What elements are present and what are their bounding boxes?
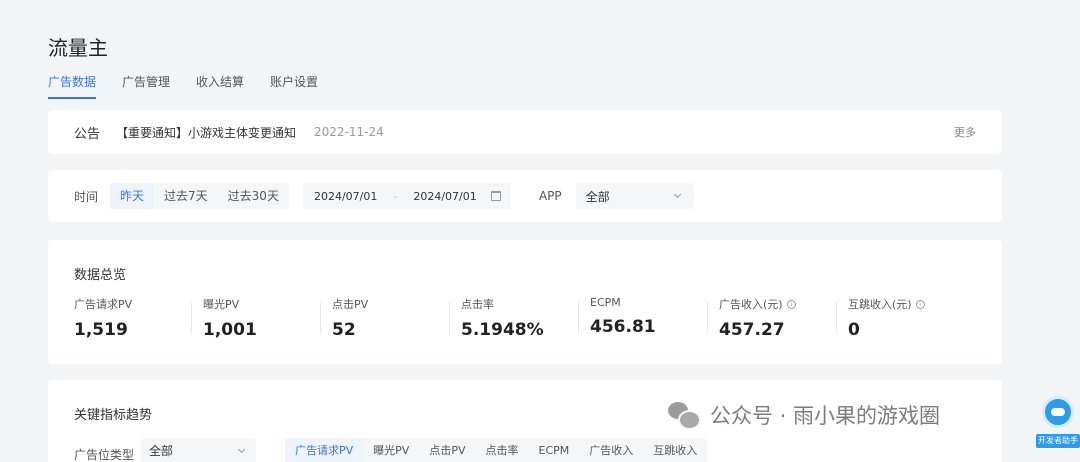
app-select[interactable]: 全部 [575,183,694,209]
range-30days-button[interactable]: 过去30天 [218,183,289,209]
tab-ad-management[interactable]: 广告管理 [122,74,170,100]
trend-title: 关键指标趋势 [74,408,153,423]
time-filter-label: 时间 [74,189,99,204]
range-7days-button[interactable]: 过去7天 [154,183,218,209]
calendar-icon[interactable] [490,191,501,201]
announcement-date: 2022-11-24 [314,125,384,139]
metric-ad-request-pv: 广告请求PV 1,519 [74,296,203,342]
metric-ctr: 点击率 5.1948% [449,296,590,342]
metric-exposure-pv: 曝光PV 1,001 [191,296,332,342]
info-icon[interactable]: i [915,299,925,309]
main-nav-tabs: 广告数据 广告管理 收入结算 账户设置 [48,74,344,100]
app-select-value: 全部 [585,189,610,204]
metric-value: 5.1948% [461,320,544,340]
metric-label: ECPM [590,296,621,309]
time-range-selector: 昨天 过去7天 过去30天 [110,183,289,209]
metric-click-pv: 点击PV 52 [320,296,461,342]
date-end: 2024/07/01 [413,189,477,203]
ad-slot-type-select[interactable]: 全部 [141,438,256,462]
developer-assistant-label: 开发者助手 [1036,434,1080,448]
metric-value: 52 [332,320,356,340]
trend-tab-ad-income[interactable]: 广告收入 [579,438,643,462]
app-filter-label: APP [538,189,562,203]
metric-cross-jump-income: 互跳收入(元) i 0 [836,296,977,342]
tab-ad-data[interactable]: 广告数据 [48,74,97,100]
chevron-down-icon [237,445,246,454]
date-range-picker[interactable]: 2024/07/01 - 2024/07/01 [302,183,511,209]
ad-slot-type-value: 全部 [149,444,174,458]
wechat-watermark: 公众号 · 雨小果的游戏圈 [668,400,940,430]
trend-tab-ecpm[interactable]: ECPM [529,438,580,462]
metric-label: 广告请求PV [74,298,133,311]
wechat-icon [668,402,701,430]
metric-label: 点击PV [332,298,369,311]
metric-value: 1,001 [203,320,257,340]
metric-label: 点击率 [461,298,494,311]
metric-value: 457.27 [719,320,785,340]
metric-label: 广告收入(元) i [719,296,848,312]
announcement-link[interactable]: 【重要通知】小游戏主体变更通知 [116,124,296,141]
trend-tab-ctr[interactable]: 点击率 [476,438,529,462]
overview-title: 数据总览 [74,268,127,283]
metric-label: 曝光PV [203,298,240,311]
trend-tab-request-pv[interactable]: 广告请求PV [285,438,364,462]
metric-value: 456.81 [590,317,656,337]
filter-bar: 时间 昨天 过去7天 过去30天 2024/07/01 - 2024/07/01… [48,170,1002,222]
range-yesterday-button[interactable]: 昨天 [110,183,155,209]
tab-account-settings[interactable]: 账户设置 [270,74,318,100]
trend-metric-tabs: 广告请求PV 曝光PV 点击PV 点击率 ECPM 广告收入 互跳收入 [285,438,708,462]
info-icon[interactable]: i [786,299,796,309]
metric-ad-income: 广告收入(元) i 457.27 [707,296,848,342]
data-overview-card: 数据总览 广告请求PV 1,519 曝光PV 1,001 点击PV 52 点击率… [48,240,1002,364]
developer-assistant-badge[interactable]: 开发者助手 [1036,394,1080,454]
trend-tab-exposure-pv[interactable]: 曝光PV [363,438,419,462]
date-start: 2024/07/01 [313,189,378,203]
metric-label: 互跳收入(元) i [848,296,977,312]
tab-income-settlement[interactable]: 收入结算 [196,74,244,100]
trend-tab-click-pv[interactable]: 点击PV [419,438,475,462]
announcement-more-link[interactable]: 更多 [954,124,976,140]
trend-tab-cross-jump-income[interactable]: 互跳收入 [643,438,707,462]
ad-slot-type-label: 广告位类型 [74,448,135,462]
metric-ecpm: ECPM 456.81 [578,296,719,342]
announcement-label: 公告 [74,126,101,142]
watermark-text: 公众号 · 雨小果的游戏圈 [710,404,941,428]
page-title: 流量主 [48,36,108,60]
overview-metrics: 广告请求PV 1,519 曝光PV 1,001 点击PV 52 点击率 5.19… [74,296,977,342]
announcement-bar: 公告 【重要通知】小游戏主体变更通知 2022-11-24 更多 [48,110,1002,154]
metric-value: 1,519 [74,320,128,340]
robot-icon [1042,396,1074,428]
date-separator: - [393,189,398,203]
chevron-down-icon [673,190,681,199]
metric-value: 0 [848,320,860,340]
